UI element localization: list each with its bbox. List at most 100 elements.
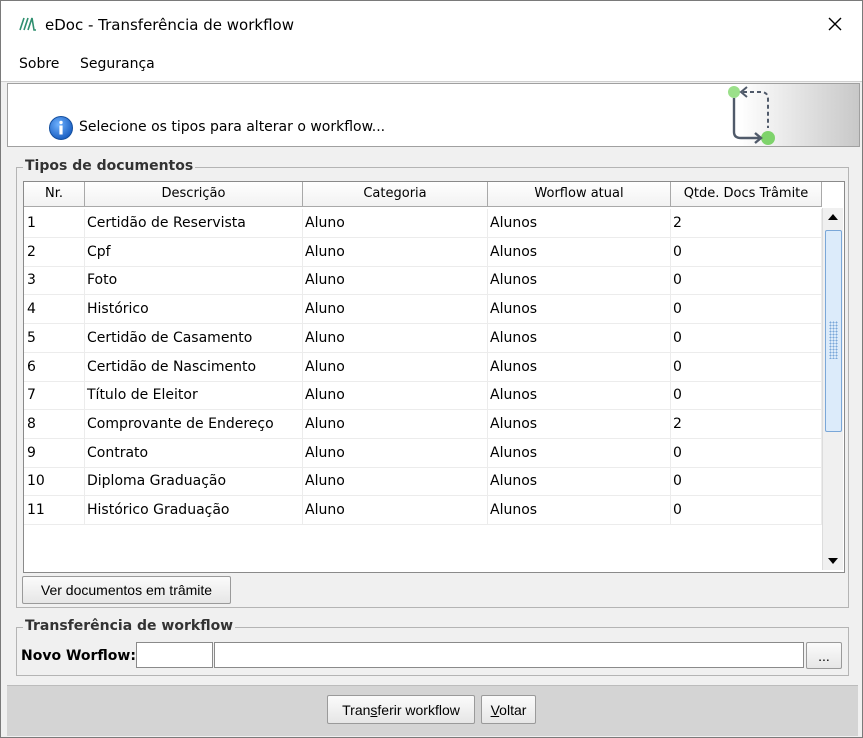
- column-header-descricao[interactable]: Descrição: [85, 182, 303, 207]
- cell-categoria: Aluno: [303, 266, 488, 295]
- cell-categoria: Aluno: [303, 496, 488, 524]
- cell-nr: 1: [24, 209, 85, 237]
- cell-qtde-docs: 0: [671, 496, 822, 524]
- table-row[interactable]: 6 Certidão de Nascimento Aluno Alunos 0: [24, 352, 822, 382]
- cell-workflow-atual: Alunos: [488, 209, 671, 237]
- transfer-group-legend: Transferência de workflow: [23, 618, 236, 634]
- cell-descricao: Certidão de Nascimento: [85, 352, 303, 381]
- cell-categoria: Aluno: [303, 323, 488, 352]
- table-row[interactable]: 5 Certidão de Casamento Aluno Alunos 0: [24, 323, 822, 353]
- cell-workflow-atual: Alunos: [488, 409, 671, 438]
- cell-descricao: Certidão de Reservista: [85, 209, 303, 237]
- menu-bar: Sobre Segurança: [1, 47, 862, 82]
- cell-nr: 3: [24, 266, 85, 295]
- column-header-nr[interactable]: Nr.: [24, 182, 85, 207]
- cell-nr: 9: [24, 438, 85, 467]
- cell-categoria: Aluno: [303, 409, 488, 438]
- scroll-down-button[interactable]: [823, 552, 843, 570]
- cell-qtde-docs: 0: [671, 438, 822, 467]
- documents-table: Nr. Descrição Categoria Worflow atual Qt…: [23, 181, 845, 573]
- cell-categoria: Aluno: [303, 209, 488, 237]
- new-workflow-code-input[interactable]: [136, 642, 213, 668]
- cell-nr: 8: [24, 409, 85, 438]
- cell-descricao: Cpf: [85, 237, 303, 266]
- cell-qtde-docs: 0: [671, 323, 822, 352]
- cell-workflow-atual: Alunos: [488, 295, 671, 324]
- cell-workflow-atual: Alunos: [488, 237, 671, 266]
- cell-workflow-atual: Alunos: [488, 467, 671, 496]
- table-row[interactable]: 9 Contrato Aluno Alunos 0: [24, 438, 822, 468]
- cell-nr: 2: [24, 237, 85, 266]
- cell-descricao: Diploma Graduação: [85, 467, 303, 496]
- scroll-up-arrow-icon: [828, 214, 838, 220]
- new-workflow-label: Novo Worflow:: [21, 648, 136, 664]
- transfer-label-prefix: Tran: [342, 701, 371, 718]
- cell-workflow-atual: Alunos: [488, 352, 671, 381]
- table-row[interactable]: 3 Foto Aluno Alunos 0: [24, 266, 822, 296]
- cell-qtde-docs: 0: [671, 295, 822, 324]
- header-panel: Selecione os tipos para alterar o workfl…: [7, 83, 860, 147]
- cell-categoria: Aluno: [303, 237, 488, 266]
- cell-nr: 7: [24, 381, 85, 410]
- transfer-workflow-button[interactable]: Transferir workflow: [327, 695, 475, 724]
- cell-qtde-docs: 0: [671, 266, 822, 295]
- transfer-label-suffix: ferir workflow: [377, 701, 460, 718]
- cell-qtde-docs: 0: [671, 467, 822, 496]
- back-button[interactable]: Voltar: [481, 695, 536, 724]
- cell-descricao: Histórico: [85, 295, 303, 324]
- cell-qtde-docs: 0: [671, 352, 822, 381]
- table-header: Nr. Descrição Categoria Worflow atual Qt…: [24, 182, 822, 208]
- column-header-workflow-atual[interactable]: Worflow atual: [488, 182, 671, 207]
- cell-nr: 6: [24, 352, 85, 381]
- header-message: Selecione os tipos para alterar o workfl…: [79, 119, 386, 135]
- cell-workflow-atual: Alunos: [488, 438, 671, 467]
- info-icon: [49, 116, 73, 140]
- menu-sobre[interactable]: Sobre: [19, 56, 59, 72]
- cell-descricao: Título de Eleitor: [85, 381, 303, 410]
- cell-descricao: Comprovante de Endereço: [85, 409, 303, 438]
- table-row[interactable]: 8 Comprovante de Endereço Aluno Alunos 2: [24, 409, 822, 439]
- table-scrollbar[interactable]: [822, 208, 843, 570]
- cell-categoria: Aluno: [303, 467, 488, 496]
- table-row[interactable]: 1 Certidão de Reservista Aluno Alunos 2: [24, 209, 822, 238]
- cell-categoria: Aluno: [303, 352, 488, 381]
- edoc-logo-icon: [19, 17, 36, 31]
- cell-nr: 11: [24, 496, 85, 524]
- documents-group-legend: Tipos de documentos: [23, 158, 196, 174]
- cell-qtde-docs: 2: [671, 209, 822, 237]
- scroll-down-arrow-icon: [828, 558, 838, 564]
- cell-workflow-atual: Alunos: [488, 496, 671, 524]
- workflow-transfer-icon: [728, 86, 775, 145]
- cell-workflow-atual: Alunos: [488, 266, 671, 295]
- cell-nr: 5: [24, 323, 85, 352]
- cell-descricao: Contrato: [85, 438, 303, 467]
- cell-qtde-docs: 0: [671, 381, 822, 410]
- browse-workflow-button[interactable]: ...: [806, 642, 842, 669]
- view-documents-button[interactable]: Ver documentos em trâmite: [22, 576, 231, 604]
- cell-descricao: Certidão de Casamento: [85, 323, 303, 352]
- dialog-window: eDoc - Transferência de workflow Sobre S…: [0, 0, 863, 738]
- table-row[interactable]: 10 Diploma Graduação Aluno Alunos 0: [24, 467, 822, 497]
- table-row[interactable]: 4 Histórico Aluno Alunos 0: [24, 295, 822, 325]
- new-workflow-name-input[interactable]: [214, 642, 804, 668]
- cell-workflow-atual: Alunos: [488, 323, 671, 352]
- close-icon: [828, 17, 842, 31]
- close-button[interactable]: [813, 7, 857, 41]
- scroll-up-button[interactable]: [823, 208, 843, 226]
- back-label-mnemonic: V: [490, 701, 500, 718]
- table-row[interactable]: 11 Histórico Graduação Aluno Alunos 0: [24, 496, 822, 525]
- cell-qtde-docs: 2: [671, 409, 822, 438]
- column-header-categoria[interactable]: Categoria: [303, 182, 488, 207]
- table-row[interactable]: 7 Título de Eleitor Aluno Alunos 0: [24, 381, 822, 411]
- cell-descricao: Histórico Graduação: [85, 496, 303, 524]
- menu-seguranca[interactable]: Segurança: [80, 56, 155, 72]
- cell-categoria: Aluno: [303, 295, 488, 324]
- cell-qtde-docs: 0: [671, 237, 822, 266]
- scroll-thumb[interactable]: [825, 230, 842, 432]
- back-label-suffix: oltar: [499, 701, 527, 718]
- cell-workflow-atual: Alunos: [488, 381, 671, 410]
- table-row[interactable]: 2 Cpf Aluno Alunos 0: [24, 237, 822, 267]
- column-header-qtde-docs[interactable]: Qtde. Docs Trâmite: [671, 182, 822, 207]
- scroll-grip: [829, 321, 838, 359]
- cell-nr: 10: [24, 467, 85, 496]
